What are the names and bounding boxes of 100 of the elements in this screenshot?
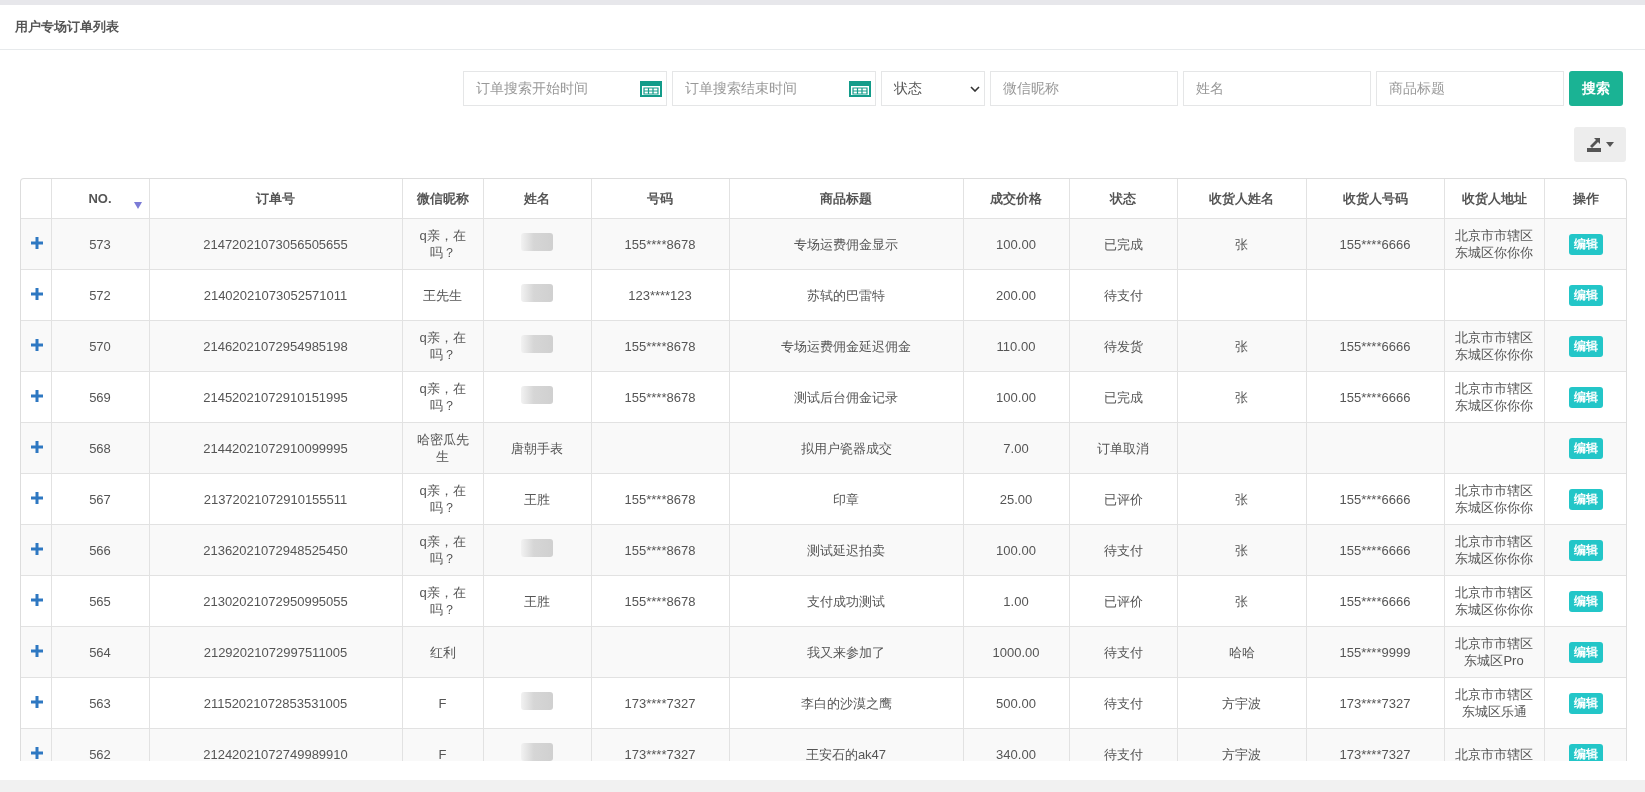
- table-cell: F: [438, 695, 447, 711]
- table-cell: F: [438, 746, 447, 761]
- edit-button[interactable]: 编辑: [1568, 692, 1603, 714]
- table-cell: 张: [1235, 542, 1248, 558]
- table-cell: 21452021072910151995: [203, 389, 348, 405]
- table-cell: 北京市市辖区东城区Pro: [1455, 636, 1533, 668]
- column-header[interactable]: NO.: [88, 191, 112, 206]
- table-cell: 已评价: [1103, 593, 1143, 609]
- edit-button[interactable]: 编辑: [1568, 437, 1603, 459]
- column-header[interactable]: 订单号: [256, 190, 295, 206]
- table-cell: 21372021072910155511: [203, 491, 348, 507]
- table-cell: 已评价: [1103, 491, 1143, 507]
- table-cell: 21292021072997511005: [203, 644, 348, 660]
- table-cell: 21402021073052571011: [203, 287, 348, 303]
- column-header[interactable]: 商品标题: [820, 190, 872, 206]
- table-cell: 1000.00: [992, 644, 1040, 660]
- table-cell: 专场运费佣金延迟佣金: [781, 338, 911, 354]
- table-cell: 测试后台佣金记录: [794, 389, 898, 405]
- expand-icon[interactable]: [31, 440, 43, 453]
- expand-icon[interactable]: [31, 695, 43, 708]
- column-header[interactable]: 状态: [1110, 190, 1136, 206]
- table-cell: 568: [89, 440, 111, 456]
- search-field[interactable]: 微信昵称: [990, 71, 1178, 106]
- table-cell: 待支付: [1103, 542, 1143, 558]
- edit-button[interactable]: 编辑: [1568, 233, 1603, 255]
- expand-icon[interactable]: [31, 593, 43, 606]
- table-cell: 订单取消: [1097, 440, 1149, 456]
- table-cell: 200.00: [996, 287, 1036, 303]
- table-cell: q亲，在吗？: [419, 534, 466, 566]
- table-cell: 1.00: [1003, 593, 1029, 609]
- expand-icon[interactable]: [31, 389, 43, 402]
- edit-button[interactable]: 编辑: [1568, 488, 1603, 510]
- table-cell: 155****8678: [624, 491, 696, 507]
- edit-button[interactable]: 编辑: [1568, 641, 1603, 663]
- table-cell: 已完成: [1103, 389, 1143, 405]
- edit-button[interactable]: 编辑: [1568, 743, 1603, 761]
- column-header[interactable]: 收货人地址: [1461, 190, 1527, 206]
- calendar-icon[interactable]: [640, 80, 662, 97]
- table-cell: 待支付: [1103, 746, 1143, 761]
- table-cell: 155****9999: [1339, 644, 1411, 660]
- expand-icon[interactable]: [31, 746, 43, 759]
- edit-button[interactable]: 编辑: [1568, 284, 1603, 306]
- search-field[interactable]: 姓名: [1183, 71, 1371, 106]
- table-cell: 北京市市辖区东城区你你你: [1455, 534, 1533, 566]
- expand-icon[interactable]: [31, 491, 43, 504]
- column-header[interactable]: 成交价格: [990, 190, 1042, 206]
- table-cell: 专场运费佣金显示: [794, 236, 898, 252]
- expand-icon[interactable]: [31, 236, 43, 249]
- table-cell: q亲，在吗？: [419, 483, 466, 515]
- column-header[interactable]: 收货人号码: [1342, 190, 1408, 206]
- table-cell: q亲，在吗？: [419, 228, 466, 260]
- table-cell: 572: [89, 287, 111, 303]
- edit-button[interactable]: 编辑: [1568, 590, 1603, 612]
- expand-icon[interactable]: [31, 644, 43, 657]
- table-cell: 已完成: [1103, 236, 1143, 252]
- table-cell: 拟用户瓷器成交: [800, 440, 892, 456]
- table-cell: 张: [1235, 338, 1248, 354]
- table-cell: 7.00: [1003, 440, 1029, 456]
- table-cell: 北京市市辖区东城区你你你: [1455, 330, 1533, 362]
- chevron-down-icon: [970, 85, 980, 92]
- table-cell: 印章: [833, 491, 859, 507]
- table-cell: 155****6666: [1339, 389, 1411, 405]
- table-cell: 北京市市辖区: [1455, 746, 1533, 761]
- edit-button[interactable]: 编辑: [1568, 539, 1603, 561]
- page-title: 用户专场订单列表: [15, 18, 119, 36]
- edit-button[interactable]: 编辑: [1568, 335, 1603, 357]
- table-cell: q亲，在吗？: [419, 381, 466, 413]
- export-button[interactable]: [1574, 127, 1626, 162]
- column-header[interactable]: 操作: [1572, 190, 1599, 206]
- table-cell: 21442021072910099995: [203, 440, 348, 456]
- table-cell: 21302021072950995055: [203, 593, 348, 609]
- edit-button[interactable]: 编辑: [1568, 386, 1603, 408]
- expand-icon[interactable]: [31, 542, 43, 555]
- table-cell: 565: [89, 593, 111, 609]
- expand-icon[interactable]: [31, 338, 43, 351]
- column-header[interactable]: 姓名: [524, 190, 550, 206]
- table-cell: 563: [89, 695, 111, 711]
- table-cell: 21362021072948525450: [203, 542, 348, 558]
- table-cell: 173****7327: [1339, 746, 1411, 761]
- calendar-icon[interactable]: [849, 80, 871, 97]
- column-header[interactable]: 微信昵称: [416, 190, 469, 206]
- table-cell: 155****8678: [624, 389, 696, 405]
- search-button[interactable]: 搜索: [1569, 71, 1623, 106]
- column-header[interactable]: 号码: [647, 190, 673, 206]
- sort-icon[interactable]: [133, 202, 142, 209]
- table-cell: 北京市市辖区东城区乐通: [1455, 687, 1533, 719]
- column-header[interactable]: 收货人姓名: [1209, 190, 1274, 206]
- date-field[interactable]: 订单搜索开始时间: [463, 71, 667, 106]
- table-cell: q亲，在吗？: [419, 585, 466, 617]
- table-cell: 我又来参加了: [807, 644, 885, 660]
- table-cell: 25.00: [999, 491, 1033, 507]
- status-dropdown[interactable]: 状态: [881, 71, 985, 106]
- table-cell: 张: [1235, 593, 1248, 609]
- date-field[interactable]: 订单搜索结束时间: [672, 71, 876, 106]
- table-cell: 570: [89, 338, 111, 354]
- expand-icon[interactable]: [31, 287, 43, 300]
- table-cell: 173****7327: [1339, 695, 1411, 711]
- search-field[interactable]: 商品标题: [1376, 71, 1564, 106]
- table-cell: 北京市市辖区东城区你你你: [1455, 585, 1533, 617]
- table-cell: 21462021072954985198: [203, 338, 348, 354]
